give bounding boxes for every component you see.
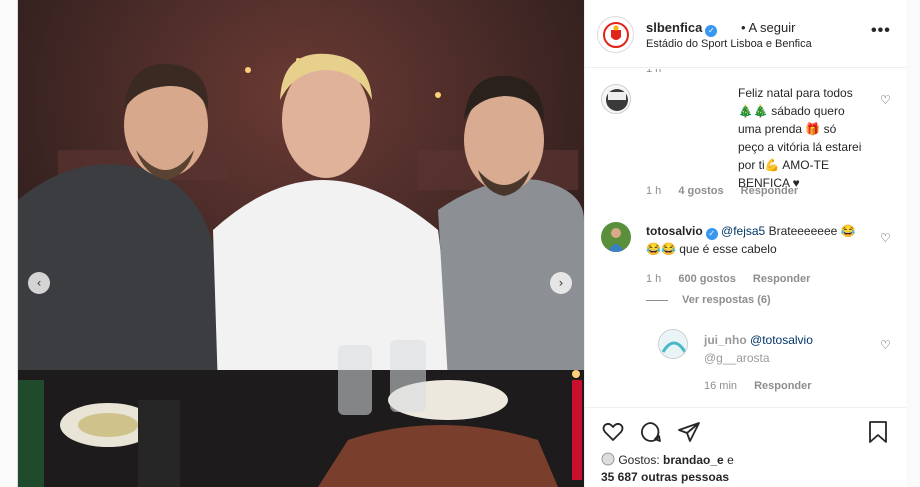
commenter-avatar[interactable] [601,222,631,252]
avatar-image [602,85,630,113]
instagram-post: ‹ › slbenfica ✓ • A seguir Estádio do Spo… [17,0,907,487]
verified-badge-icon: ✓ [705,228,718,240]
commenter-avatar[interactable] [658,329,688,359]
comment-body: totosalvio ✓ @fejsa5 Brateeeeeee 😂😂😂 que … [646,222,864,258]
divider-line [646,299,668,301]
comment-meta: 1 h 4 gostos Responder [646,185,812,197]
share-icon[interactable] [677,420,701,444]
commenter-avatar[interactable] [601,84,631,114]
reply-button[interactable]: Responder [741,185,798,197]
more-options-icon[interactable]: ••• [871,22,891,40]
comment-icon[interactable] [639,420,663,444]
commenter-username[interactable]: totosalvio [646,224,703,238]
comment-text: @g__arosta [704,351,770,365]
photo-illustration [18,0,584,487]
likes-prefix: Gostos: [618,453,660,467]
comment-time: 16 min [704,380,738,392]
likes-summary: Gostos: brandao_e e 35 687 outras pessoa… [601,452,734,484]
account-username[interactable]: slbenfica ✓ [646,20,718,37]
comment-mention[interactable]: @totosalvio [750,333,813,347]
comment-like-icon[interactable]: ♡ [880,338,892,352]
commenter-username[interactable]: jui_nho [704,333,747,347]
comment-like-icon[interactable]: ♡ [880,231,892,245]
avatar-image [601,222,631,252]
reply-button[interactable]: Responder [753,273,810,285]
bookmark-icon[interactable] [867,420,889,444]
post-header: slbenfica ✓ • A seguir Estádio do Sport L… [585,0,907,68]
comment-meta: 1 h 600 gostos Responder [646,273,824,285]
liker-name[interactable]: brandao_e [663,453,724,467]
post-sidebar: slbenfica ✓ • A seguir Estádio do Sport L… [584,0,907,487]
benfica-crest-icon [602,21,629,48]
post-photo[interactable]: ‹ › [18,0,584,487]
verified-badge-icon: ✓ [705,25,718,37]
heart-icon[interactable] [601,420,625,444]
view-replies-label: Ver respostas (6) [682,294,771,306]
comment-like-icon[interactable]: ♡ [880,93,892,107]
likes-count[interactable]: 35 687 outras pessoas [601,470,729,484]
comment-mention[interactable]: @fejsa5 [721,224,765,238]
comment-likes[interactable]: 600 gostos [678,273,735,285]
carousel-prev-button[interactable]: ‹ [28,272,50,294]
comment-time: 1 h [646,273,662,285]
comment-time: 1 h [646,185,662,197]
carousel-next-button[interactable]: › [550,272,572,294]
comment-time: 1 h [646,69,662,75]
comments-list: 1 h Feliz natal para todos 🎄🎄 sábado que… [585,69,907,407]
account-avatar[interactable] [597,16,634,53]
view-replies-button[interactable]: Ver respostas (6) [646,294,771,306]
following-status[interactable]: • A seguir [741,20,795,35]
comment-meta: 16 min Responder [704,380,826,392]
post-actions [585,407,907,455]
post-location[interactable]: Estádio do Sport Lisboa e Benfica [646,38,812,50]
avatar-image [659,330,687,358]
comment-body: Feliz natal para todos 🎄🎄 sábado quero u… [738,86,862,190]
reply-button[interactable]: Responder [754,380,811,392]
liker-avatar-icon [601,452,615,466]
comment-likes[interactable]: 4 gostos [678,185,723,197]
comment-body: jui_nho @totosalvio @g__arosta [704,331,874,367]
